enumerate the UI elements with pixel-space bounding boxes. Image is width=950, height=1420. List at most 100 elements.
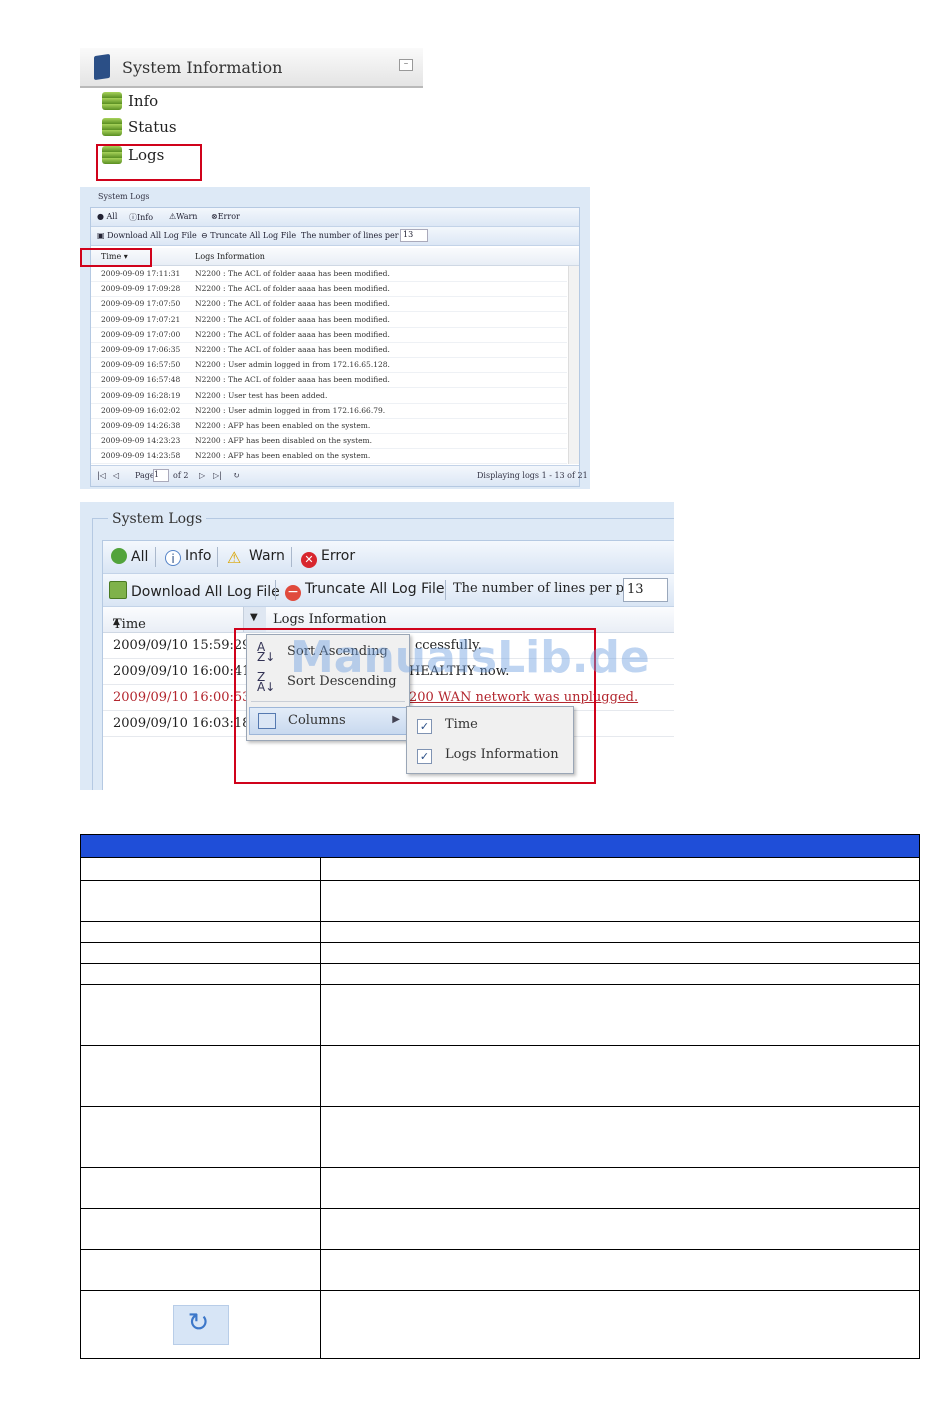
row-time: 2009-09-09 16:57:50 — [101, 360, 181, 370]
table-row[interactable]: 2009-09-09 17:07:50 N2200 : The ACL of fo… — [91, 296, 567, 313]
row-message: N2200 : User admin logged in from 172.16… — [195, 405, 386, 415]
row-message: N2200 : The ACL of folder aaaa has been … — [195, 329, 390, 339]
table-row[interactable]: 2009-09-09 16:57:50 N2200 : User admin lo… — [91, 357, 567, 374]
row-time: 2009-09-09 14:23:58 — [101, 451, 181, 461]
download-log-button[interactable]: Download All Log File — [109, 581, 280, 601]
truncate-log-button[interactable]: − Truncate All Log File — [285, 581, 445, 601]
page-input[interactable]: 1 — [153, 469, 169, 482]
warning-icon: ⚠ — [227, 548, 242, 567]
row-time: 2009/09/10 15:59:29 — [113, 638, 251, 653]
info-icon: i — [165, 550, 181, 566]
row-time: 2009-09-09 17:06:35 — [101, 345, 181, 354]
table-row — [80, 1106, 920, 1168]
row-message: N2200 : AFP has been disabled on the sys… — [195, 436, 373, 446]
row-message: N2200 : The ACL of folder aaaa has been … — [195, 299, 390, 309]
description-table — [80, 834, 920, 1359]
table-row — [80, 1290, 920, 1359]
collapse-icon[interactable]: – — [399, 59, 413, 71]
row-message: N2200 : The ACL of folder aaaa has been … — [195, 345, 390, 354]
refresh-icon[interactable]: ↻ — [233, 471, 240, 480]
table-row — [80, 857, 920, 881]
stack-icon — [102, 92, 122, 110]
paging-toolbar: |◁ ◁ Page 1 of 2 ▷ ▷| ↻ Displaying logs … — [91, 465, 588, 486]
row-message: N2200 : User admin logged in from 172.16… — [195, 360, 390, 370]
table-row[interactable]: 2009-09-09 17:11:31 N2200 : The ACL of fo… — [91, 266, 567, 282]
table-row — [80, 1249, 920, 1291]
lines-per-page-input[interactable]: 13 — [623, 578, 668, 602]
highlight-box — [96, 144, 202, 181]
filter-all-button[interactable]: ● All — [97, 212, 117, 221]
panel-legend: System Logs — [98, 192, 150, 201]
filter-toolbar: ● All ⓘInfo ⚠Warn ⊗Error — [91, 208, 579, 227]
truncate-log-button[interactable]: ⊖ Truncate All Log File — [201, 231, 296, 240]
row-message: N2200 : The ACL of folder aaaa has been … — [195, 284, 390, 294]
first-page-icon[interactable]: |◁ — [97, 471, 106, 480]
row-time: 2009-09-09 16:02:02 — [101, 405, 181, 415]
watermark-text: ManualsLib.de — [290, 632, 650, 683]
row-time: 2009/09/10 16:03:18 — [113, 716, 251, 731]
logs-grid: ● All ⓘInfo ⚠Warn ⊗Error ▣ Download All … — [90, 207, 588, 487]
table-row — [80, 984, 920, 1046]
table-row — [80, 963, 920, 985]
filter-toolbar: All i Info ⚠ Warn ✕ Error — [103, 541, 674, 574]
last-page-icon[interactable]: ▷| — [213, 471, 222, 480]
table-row[interactable]: 2009-09-09 17:07:00 N2200 : The ACL of fo… — [91, 327, 567, 343]
column-header-info[interactable]: Logs Information — [273, 612, 387, 627]
stack-icon — [102, 118, 122, 136]
table-row[interactable]: 2009-09-09 14:23:58 N2200 : AFP has been … — [91, 448, 567, 465]
filter-error-button[interactable]: ⊗Error — [211, 212, 240, 221]
next-page-icon[interactable]: ▷ — [199, 471, 205, 480]
row-message: N2200 : The ACL of folder aaaa has been … — [195, 314, 390, 324]
minus-icon: − — [285, 585, 301, 601]
book-icon — [94, 53, 110, 81]
table-row[interactable]: 2009-09-09 16:57:48 N2200 : The ACL of fo… — [91, 372, 567, 389]
table-row[interactable]: 2009-09-09 16:28:19 N2200 : User test has… — [91, 388, 567, 404]
table-row — [80, 1045, 920, 1107]
row-time: 2009-09-09 14:23:23 — [101, 436, 181, 446]
table-row — [80, 921, 920, 943]
column-header-info[interactable]: Logs Information — [195, 252, 265, 261]
prev-page-icon[interactable]: ◁ — [113, 471, 119, 480]
filter-info-button[interactable]: i Info — [165, 548, 212, 568]
system-information-panel: System Information – Info Status Logs — [80, 48, 423, 183]
row-time: 2009-09-09 17:09:28 — [101, 284, 181, 294]
refresh-icon — [172, 1304, 229, 1345]
tree-item-label: Info — [128, 92, 159, 110]
table-row[interactable]: 2009-09-09 17:09:28 N2200 : The ACL of fo… — [91, 281, 567, 298]
row-time: 2009-09-09 17:07:00 — [101, 329, 181, 339]
table-row[interactable]: 2009-09-09 17:06:35 N2200 : The ACL of fo… — [91, 342, 567, 358]
row-time: 2009-09-09 17:07:50 — [101, 299, 181, 309]
filter-warn-button[interactable]: ⚠Warn — [227, 548, 285, 568]
row-message: N2200 : AFP has been enabled on the syst… — [195, 451, 371, 461]
table-row — [80, 1208, 920, 1250]
filter-info-button[interactable]: ⓘInfo — [129, 212, 153, 223]
chevron-down-icon: ▼ — [250, 612, 258, 623]
page-of-label: of 2 — [173, 471, 189, 480]
table-row[interactable]: 2009-09-09 16:02:02 N2200 : User admin lo… — [91, 403, 567, 419]
page-label: Page — [135, 471, 155, 480]
filter-error-button[interactable]: ✕ Error — [301, 548, 355, 568]
panel-legend: System Logs — [108, 511, 207, 527]
lines-per-page-input[interactable]: 13 — [400, 229, 428, 242]
system-logs-small: System Logs ● All ⓘInfo ⚠Warn ⊗Error ▣ D… — [80, 187, 590, 489]
action-toolbar: ▣ Download All Log File ⊖ Truncate All L… — [91, 227, 579, 246]
row-time: 2009-09-09 14:26:38 — [101, 421, 181, 430]
row-message: N2200 : AFP has been enabled on the syst… — [195, 421, 371, 430]
add-icon — [111, 548, 127, 564]
table-row[interactable]: 2009-09-09 17:07:21 N2200 : The ACL of fo… — [91, 312, 567, 328]
download-log-button[interactable]: ▣ Download All Log File — [97, 231, 197, 240]
table-row[interactable]: 2009-09-09 14:26:38 N2200 : AFP has been … — [91, 418, 567, 434]
row-time: 2009/09/10 16:00:53 — [113, 690, 251, 705]
highlight-box — [80, 248, 152, 267]
download-icon — [109, 581, 127, 599]
grid-header: Time ▾ Logs Information — [91, 248, 579, 266]
scrollbar[interactable] — [568, 266, 579, 464]
filter-all-button[interactable]: All — [111, 548, 148, 568]
table-row[interactable]: 2009-09-09 14:23:23 N2200 : AFP has been … — [91, 433, 567, 450]
tree-item-label: Status — [128, 118, 177, 136]
filter-warn-button[interactable]: ⚠Warn — [169, 212, 197, 221]
row-message: N2200 : The ACL of folder aaaa has been … — [195, 375, 390, 385]
row-time: 2009-09-09 17:07:21 — [101, 314, 181, 324]
table-row — [80, 1167, 920, 1209]
panel-header: System Information – — [80, 48, 423, 88]
